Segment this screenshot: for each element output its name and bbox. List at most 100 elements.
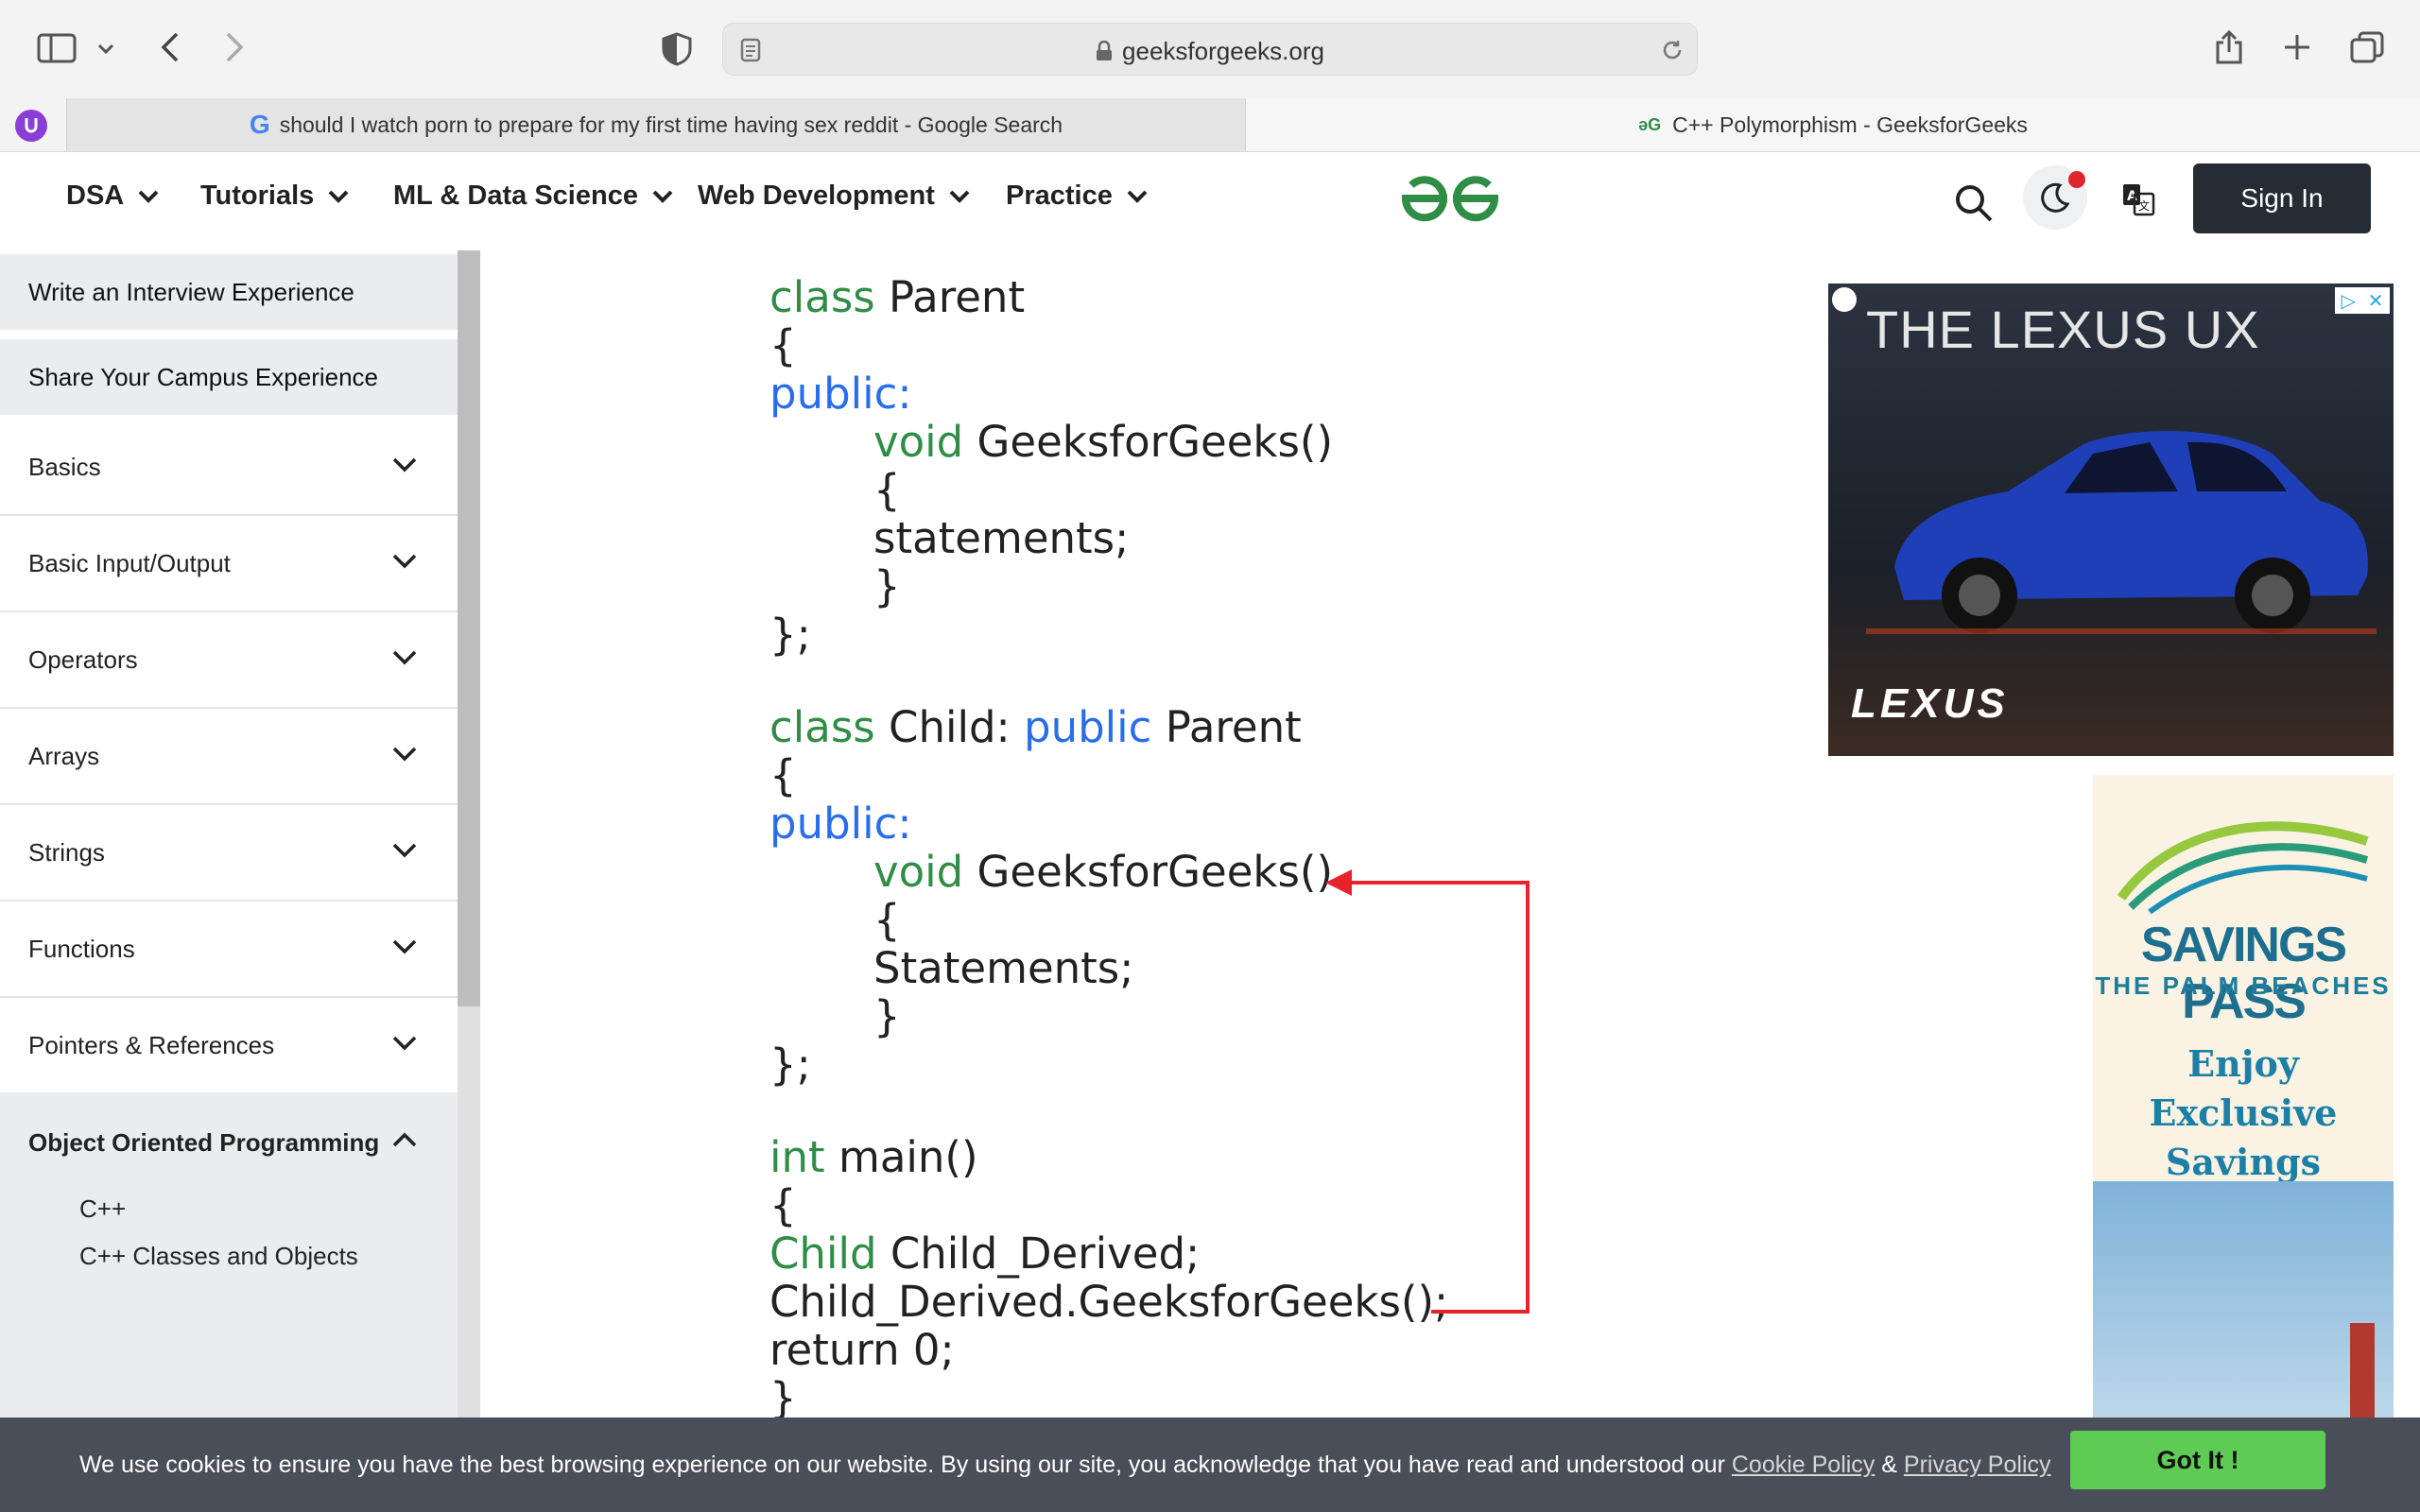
gfg-logo-icon[interactable]	[1397, 169, 1503, 228]
nav-label: Web Development	[698, 180, 935, 211]
code-line: }	[769, 1373, 797, 1423]
chevron-down-icon	[392, 939, 417, 954]
nav-web-development[interactable]: Web Development	[698, 180, 971, 212]
notification-dot	[2068, 171, 2085, 188]
dark-mode-toggle[interactable]	[2023, 165, 2087, 230]
code-line: Child Child_Derived;	[769, 1228, 1201, 1279]
code-line: class Child: public Parent	[769, 702, 1302, 752]
tab-google-search[interactable]: G should I watch porn to prepare for my …	[66, 98, 1246, 151]
car-image	[1866, 431, 2377, 634]
code-line: return 0;	[769, 1325, 955, 1375]
code-line: int main()	[769, 1132, 978, 1182]
sidebar: Write an Interview Experience Share Your…	[0, 250, 458, 1418]
sidebar-item-operators[interactable]: Operators	[0, 613, 458, 709]
google-g-icon: G	[249, 110, 270, 139]
override-arrow	[1325, 869, 1530, 1314]
address-bar[interactable]: geeksforgeeks.org	[722, 23, 1698, 76]
code-line: public:	[769, 369, 912, 419]
sidebar-item-basics[interactable]: Basics	[0, 421, 458, 516]
code-line: statements;	[873, 513, 1130, 563]
nav-ml-data-science[interactable]: ML & Data Science	[393, 180, 674, 212]
sidebar-item-arrays[interactable]: Arrays	[0, 710, 458, 805]
code-line: void GeeksforGeeks()	[873, 417, 1334, 467]
sidebar-item-label: Object Oriented Programming	[28, 1128, 380, 1157]
code-line: void GeeksforGeeks()	[873, 847, 1334, 897]
lexus-ad[interactable]: THE LEXUS UX LEXUS ▷ ✕	[1828, 284, 2394, 756]
back-icon[interactable]	[151, 28, 189, 66]
cookie-text: We use cookies to ensure you have the be…	[79, 1452, 2051, 1478]
code-line: public:	[769, 799, 912, 849]
chevron-down-icon	[392, 747, 417, 762]
lexus-logo: LEXUS	[1851, 680, 2009, 727]
sidebar-item-functions[interactable]: Functions	[0, 902, 458, 998]
got-it-button[interactable]: Got It !	[2070, 1431, 2325, 1489]
code-line: {	[769, 1180, 797, 1230]
code-line: class Parent	[769, 272, 1026, 322]
chevron-down-icon	[652, 190, 673, 203]
nav-label: DSA	[66, 180, 125, 211]
chevron-down-icon	[138, 190, 159, 203]
privacy-shield-icon[interactable]	[656, 30, 698, 68]
sidebar-link-interview-experience[interactable]: Write an Interview Experience	[0, 254, 458, 330]
sidebar-item-basic-io[interactable]: Basic Input/Output	[0, 517, 458, 612]
tab-cpp-polymorphism[interactable]: əG C++ Polymorphism - GeeksforGeeks	[1246, 98, 2420, 151]
sidebar-item-label: Functions	[28, 935, 135, 963]
sidebar-item-label: Basic Input/Output	[28, 549, 231, 577]
sidebar-subitem-classes-objects[interactable]: C++ Classes and Objects	[79, 1236, 439, 1276]
sidebar-item-label: Strings	[28, 838, 105, 867]
ad-subtitle: THE PALM BEACHES	[2095, 971, 2392, 1000]
chevron-down-icon[interactable]	[95, 38, 117, 60]
sidebar-item-label: Basics	[28, 453, 101, 481]
tab-label: C++ Polymorphism - GeeksforGeeks	[1672, 112, 2028, 137]
sign-in-button[interactable]: Sign In	[2193, 163, 2371, 233]
code-line: {	[769, 750, 797, 800]
chevron-down-icon	[392, 554, 417, 569]
wave-logo-icon	[2117, 821, 2369, 915]
nav-label: Tutorials	[200, 180, 315, 211]
nav-practice[interactable]: Practice	[1006, 180, 1149, 212]
translate-icon[interactable]: A文	[2119, 180, 2157, 218]
savings-pass-ad[interactable]: SAVINGS PASS THE PALM BEACHES Enjoy Excl…	[2093, 775, 2394, 1418]
sidebar-link-campus-experience[interactable]: Share Your Campus Experience	[0, 339, 458, 415]
chevron-down-icon	[1127, 190, 1148, 203]
privacy-policy-link[interactable]: Privacy Policy	[1904, 1452, 2051, 1478]
extension-icon[interactable]	[15, 110, 47, 142]
url-text: geeksforgeeks.org	[723, 37, 1697, 68]
cookie-policy-link[interactable]: Cookie Policy	[1732, 1452, 1875, 1478]
reload-icon[interactable]	[1659, 37, 1685, 63]
tab-overview-icon[interactable]	[2346, 28, 2388, 66]
gfg-logo-icon: əG	[1638, 114, 1662, 134]
sidebar-item-label: Pointers & References	[28, 1031, 275, 1059]
code-line: }	[873, 991, 901, 1041]
code-line: }	[873, 561, 901, 611]
nav-label: Practice	[1006, 180, 1113, 211]
close-icon[interactable]: ✕	[2368, 289, 2384, 313]
sidebar-item-strings[interactable]: Strings	[0, 806, 458, 902]
nav-tutorials[interactable]: Tutorials	[200, 180, 350, 212]
nav-dsa[interactable]: DSA	[66, 180, 160, 212]
tab-bar: G should I watch porn to prepare for my …	[0, 98, 2420, 152]
adchoices-icon[interactable]: ▷ ✕	[2335, 287, 2390, 314]
new-tab-icon[interactable]	[2278, 28, 2316, 66]
sidebar-toggle-icon[interactable]	[36, 32, 78, 64]
search-icon[interactable]	[1951, 180, 1996, 226]
sidebar-scrollbar[interactable]	[458, 250, 480, 1418]
scrollbar-thumb[interactable]	[458, 250, 480, 1006]
forward-icon[interactable]	[216, 28, 253, 66]
code-line: {	[873, 465, 901, 515]
share-icon[interactable]	[2210, 26, 2248, 68]
code-line: Statements;	[873, 943, 1134, 993]
code-line: {	[873, 895, 901, 945]
ad-tagline: Enjoy Exclusive Savings	[2149, 1042, 2338, 1183]
nav-label: ML & Data Science	[393, 180, 638, 211]
chevron-down-icon	[328, 190, 349, 203]
sidebar-item-pointers-references[interactable]: Pointers & References	[0, 999, 458, 1094]
chevron-down-icon	[392, 1036, 417, 1051]
chevron-down-icon	[392, 457, 417, 472]
chevron-down-icon	[949, 190, 970, 203]
lock-icon	[1096, 39, 1113, 68]
ad-shield-icon	[1832, 287, 1857, 312]
sidebar-item-oop[interactable]: Object Oriented Programming	[0, 1095, 458, 1191]
site-header: DSA Tutorials ML & Data Science Web Deve…	[0, 152, 2420, 250]
svg-text:文: 文	[2138, 198, 2150, 213]
